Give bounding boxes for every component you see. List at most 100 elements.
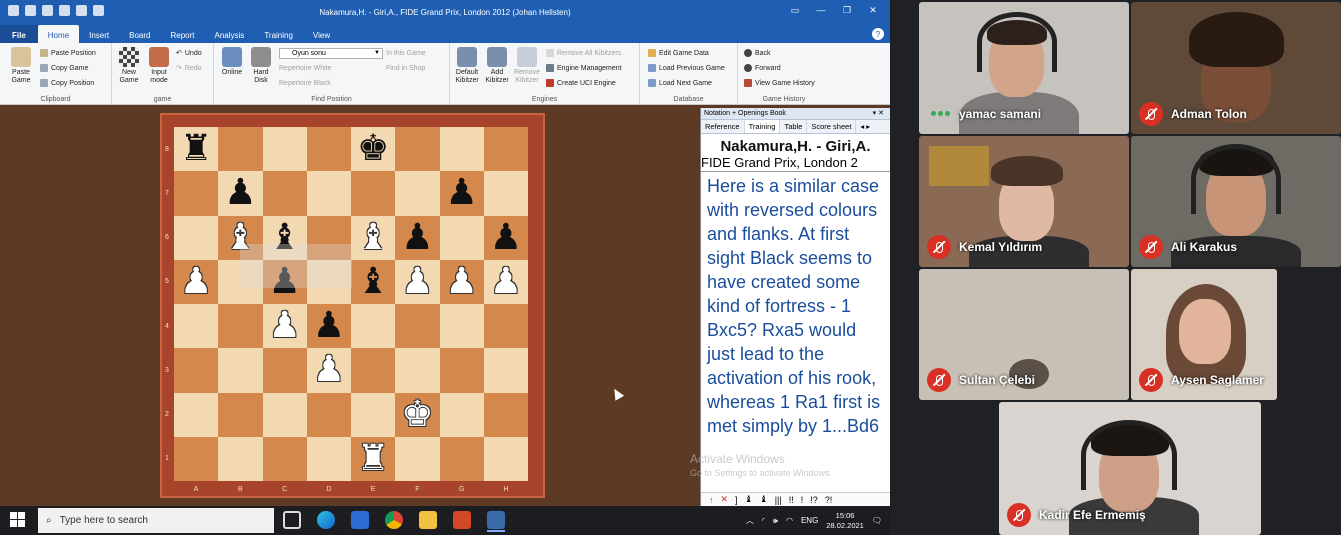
- store-icon[interactable]: [351, 511, 369, 529]
- tab-table[interactable]: Table: [780, 120, 808, 133]
- square-b3[interactable]: [218, 348, 263, 393]
- powerpoint-icon[interactable]: [453, 511, 471, 529]
- language-indicator[interactable]: ENG: [801, 516, 818, 525]
- help-icon[interactable]: ?: [872, 28, 884, 40]
- black-rook-icon[interactable]: ♜: [180, 131, 212, 167]
- copy-position-button[interactable]: Copy Position: [40, 77, 94, 89]
- square-d3[interactable]: ♟: [306, 348, 351, 393]
- file-explorer-icon[interactable]: [419, 511, 437, 529]
- square-h1[interactable]: H: [483, 436, 528, 493]
- network-icon[interactable]: ◜: [762, 516, 765, 525]
- annotation-symbol-button[interactable]: ♝: [745, 494, 753, 505]
- create-uci-engine-button[interactable]: Create UCI Engine: [546, 77, 616, 89]
- square-d4[interactable]: ♟: [306, 304, 351, 349]
- square-f4[interactable]: [395, 304, 440, 349]
- square-g4[interactable]: [439, 304, 484, 349]
- square-a7[interactable]: 7: [165, 171, 219, 216]
- default-kibitzer-button[interactable]: Default Kibitzer: [452, 47, 482, 85]
- square-b2[interactable]: [218, 392, 263, 437]
- square-b4[interactable]: [218, 304, 263, 349]
- black-bishop-icon[interactable]: ♝: [357, 263, 389, 300]
- participant-tile[interactable]: Kemal Yıldırım: [919, 136, 1129, 267]
- remove-all-kibitzers-button[interactable]: Remove All Kibitzers: [546, 47, 621, 59]
- paste-game-button[interactable]: Paste Game: [6, 47, 36, 85]
- repertoire-black-button[interactable]: Repertoire Black: [279, 77, 331, 89]
- black-pawn-icon[interactable]: ♟: [490, 219, 522, 256]
- minimize-button[interactable]: —: [810, 3, 832, 17]
- square-a8[interactable]: ♜ 8: [165, 127, 219, 172]
- square-d8[interactable]: [306, 127, 351, 172]
- annotation-symbol-button[interactable]: !?: [810, 495, 818, 505]
- online-button[interactable]: Online: [217, 47, 247, 77]
- square-f8[interactable]: [395, 127, 440, 172]
- square-d7[interactable]: [306, 171, 351, 216]
- edit-game-data-button[interactable]: Edit Game Data: [648, 47, 709, 59]
- chessbase-taskbar-icon[interactable]: [487, 511, 505, 532]
- input-mode-button[interactable]: Input mode: [144, 47, 174, 85]
- black-pawn-icon[interactable]: ♟: [313, 308, 345, 344]
- square-f3[interactable]: [395, 348, 440, 393]
- square-a5[interactable]: ♟ 5: [165, 259, 219, 304]
- close-button[interactable]: ✕: [862, 3, 884, 17]
- square-b8[interactable]: [218, 127, 263, 172]
- in-this-game-button[interactable]: In this Game: [386, 47, 426, 59]
- white-bishop-icon[interactable]: ♝: [357, 219, 389, 256]
- participant-tile[interactable]: Sultan Çelebi: [919, 269, 1129, 400]
- square-h7[interactable]: [483, 171, 528, 216]
- square-b7[interactable]: ♟: [218, 171, 263, 216]
- load-next-game-button[interactable]: Load Next Game: [648, 77, 712, 89]
- participant-tile[interactable]: Ali Karakus: [1131, 136, 1341, 267]
- remove-kibitzer-button[interactable]: Remove Kibitzer: [512, 47, 542, 85]
- annotation-symbol-button[interactable]: ♝: [760, 494, 768, 505]
- view-game-history-button[interactable]: View Game History: [744, 77, 815, 89]
- square-a1[interactable]: 1A: [165, 436, 219, 493]
- participant-tile[interactable]: Adman Tolon: [1131, 2, 1341, 134]
- square-c7[interactable]: [262, 171, 307, 216]
- annotation-symbol-button[interactable]: ?!: [825, 495, 833, 505]
- undo-button[interactable]: ↶ Undo: [176, 47, 202, 59]
- square-c8[interactable]: [262, 127, 307, 172]
- edge-icon[interactable]: [317, 511, 335, 529]
- black-king-icon[interactable]: ♚: [357, 131, 389, 167]
- participant-tile[interactable]: Kadir Efe Ermemiş: [999, 402, 1261, 535]
- square-e2[interactable]: [351, 392, 396, 437]
- annotation-symbol-button[interactable]: ]: [735, 495, 738, 505]
- square-f5[interactable]: ♟: [395, 259, 440, 304]
- task-view-icon[interactable]: [283, 511, 301, 529]
- square-c2[interactable]: [262, 392, 307, 437]
- back-button[interactable]: Back: [744, 47, 771, 59]
- tab-view[interactable]: View: [303, 25, 340, 43]
- maximize-button[interactable]: ❐: [836, 3, 858, 17]
- square-d1[interactable]: D: [306, 436, 351, 493]
- tab-training[interactable]: Training: [744, 120, 781, 133]
- pane-menu-icon[interactable]: ▾ ✕: [873, 108, 884, 120]
- black-pawn-icon[interactable]: ♟: [224, 175, 256, 211]
- tab-reference[interactable]: Reference: [701, 120, 745, 133]
- annotation-symbol-button[interactable]: !!: [789, 495, 794, 505]
- paste-position-button[interactable]: Paste Position: [40, 47, 96, 59]
- new-game-button[interactable]: New Game: [114, 47, 144, 85]
- ribbon-toggle-button[interactable]: ▭: [784, 3, 806, 17]
- square-a6[interactable]: 6: [165, 215, 219, 260]
- annotation-symbol-button[interactable]: ↑: [709, 495, 714, 505]
- square-e5[interactable]: ♝: [351, 259, 396, 304]
- chevron-up-icon[interactable]: ︿: [746, 515, 754, 526]
- square-c1[interactable]: C: [262, 436, 307, 493]
- clock[interactable]: 15:06 28.02.2021: [826, 511, 864, 531]
- square-f6[interactable]: ♟: [395, 215, 440, 260]
- square-g6[interactable]: [439, 215, 484, 260]
- participant-tile[interactable]: Aysen Saglamer: [1131, 269, 1277, 400]
- square-h4[interactable]: [483, 304, 528, 349]
- square-h5[interactable]: ♟: [483, 259, 528, 304]
- chrome-icon[interactable]: [385, 511, 403, 529]
- black-pawn-icon[interactable]: ♟: [401, 219, 433, 256]
- taskbar-search[interactable]: ⌕ Type here to search: [38, 508, 274, 533]
- square-a3[interactable]: 3: [165, 348, 219, 393]
- square-c3[interactable]: [262, 348, 307, 393]
- forward-button[interactable]: Forward: [744, 62, 781, 74]
- chessboard[interactable]: ♜ 8 ♚ 7 ♟ ♟ 6 ♝ ♝ ♝ ♟ ♟ ♟ 5 ♟ ♝ ♟ ♟ ♟ 4 ♟ ♟ 3 ♟ 2 ♚ 1 A B C D ♜ E F G H: [165, 127, 528, 493]
- square-h2[interactable]: [483, 392, 528, 437]
- square-h8[interactable]: [483, 127, 528, 172]
- square-g1[interactable]: G: [439, 436, 484, 493]
- engine-management-button[interactable]: Engine Management: [546, 62, 622, 74]
